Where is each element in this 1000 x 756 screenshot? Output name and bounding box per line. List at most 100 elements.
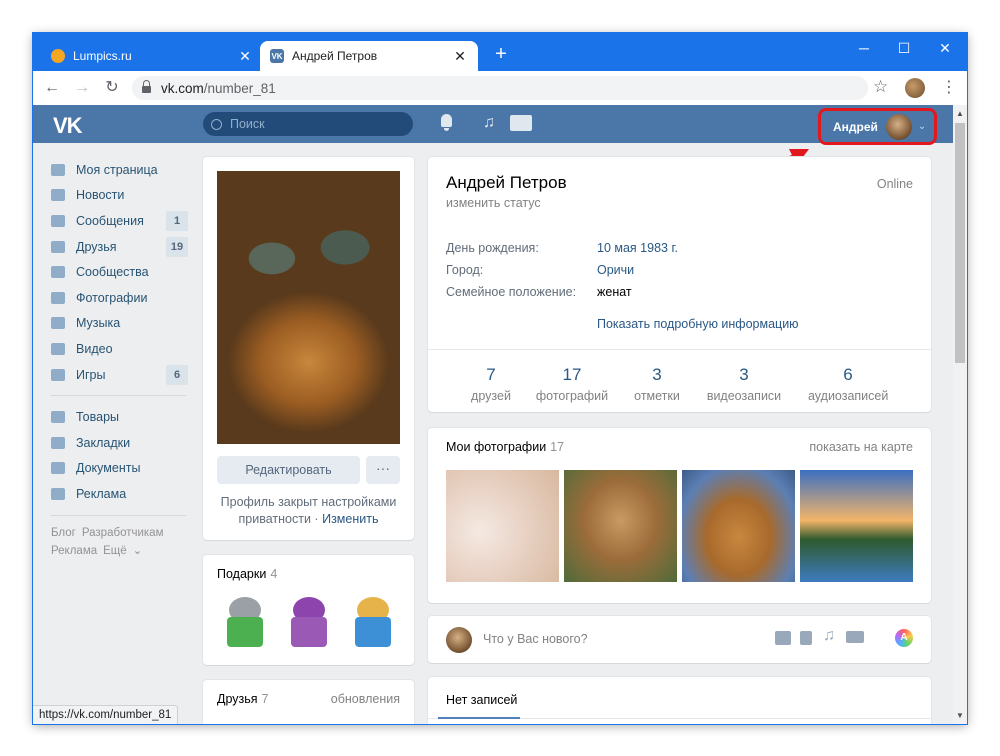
music-icon[interactable]: ♫ [823, 627, 835, 644]
menu-item-goods[interactable]: Товары [51, 404, 191, 430]
gift-item[interactable] [283, 593, 335, 649]
info-value-city[interactable]: Оричи [597, 263, 634, 277]
dog-flowers-photo[interactable] [682, 470, 795, 582]
lake-sunset-photo[interactable] [800, 470, 913, 582]
menu-item-music[interactable]: Музыка [51, 311, 191, 337]
profile-photo[interactable] [217, 171, 400, 444]
kitten-photo[interactable] [564, 470, 677, 582]
lumpics-favicon-icon [51, 49, 65, 63]
url-host: vk.com [161, 80, 204, 96]
tab-vk-profile[interactable]: VK Андрей Петров ✕ [260, 41, 478, 71]
footer-link-blog[interactable]: Блог [51, 527, 76, 539]
menu-item-messages[interactable]: Сообщения 1 [51, 208, 191, 234]
address-bar[interactable]: vk.com/number_81 [132, 76, 868, 100]
news-icon [51, 189, 65, 202]
video-icon[interactable] [800, 631, 812, 645]
gifts-title[interactable]: Подарки 4 [217, 567, 277, 581]
menu-item-groups[interactable]: Сообщества [51, 259, 191, 285]
video-icon [51, 342, 65, 355]
menu-label: Закладки [76, 435, 131, 450]
menu-item-games[interactable]: Игры 6 [51, 362, 191, 388]
bookmark-star-icon[interactable]: ☆ [873, 77, 888, 97]
stat-friends[interactable]: 7 друзей [451, 365, 531, 403]
back-icon[interactable]: ← [41, 77, 63, 99]
more-actions-button[interactable]: ··· [366, 456, 400, 484]
photos-title-text: Мои фотографии [446, 440, 547, 454]
menu-item-ads[interactable]: Реклама [51, 481, 191, 507]
browser-toolbar: ← → ↻ vk.com/number_81 ☆ ⋮ [33, 71, 967, 106]
search-input[interactable]: Поиск [203, 112, 413, 136]
stat-videos[interactable]: 3 видеозаписи [704, 365, 784, 403]
friends-updates-link[interactable]: обновления [331, 692, 400, 706]
stat-photos[interactable]: 17 фотографий [532, 365, 612, 403]
stat-label: аудиозаписей [808, 389, 889, 403]
info-label: Семейное положение: [446, 285, 577, 299]
art-icon[interactable]: A [895, 629, 913, 647]
scrollbar-thumb[interactable] [955, 123, 965, 363]
menu-label: Музыка [76, 316, 121, 331]
post-input[interactable]: Что у Вас нового? [483, 632, 588, 646]
menu-item-bookmarks[interactable]: Закладки [51, 430, 191, 456]
info-value-relationship: женат [597, 285, 632, 299]
stat-tags[interactable]: 3 отметки [617, 365, 697, 403]
video-player-icon[interactable] [510, 115, 532, 131]
menu-label: Сообщения [76, 213, 144, 228]
gift-item[interactable] [347, 593, 399, 649]
footer-link-more[interactable]: Ещё [103, 545, 127, 557]
forward-icon[interactable]: → [71, 77, 93, 99]
close-icon[interactable]: ✕ [237, 48, 253, 65]
gift-item[interactable] [219, 593, 271, 649]
change-status-link[interactable]: изменить статус [446, 196, 541, 210]
menu-item-my-page[interactable]: Моя страница [51, 157, 191, 183]
document-icon [51, 462, 65, 475]
scroll-up-icon[interactable]: ▲ [956, 109, 964, 118]
tab-lumpics[interactable]: Lumpics.ru ✕ [41, 41, 263, 71]
page-scrollbar[interactable]: ▲ ▼ [953, 105, 967, 724]
menu-item-video[interactable]: Видео [51, 336, 191, 362]
info-value-birthday[interactable]: 10 мая 1983 г. [597, 241, 678, 255]
menu-item-friends[interactable]: Друзья 19 [51, 234, 191, 260]
minimize-icon[interactable]: ─ [852, 37, 876, 59]
footer-link-ads[interactable]: Реклама [51, 545, 97, 557]
maximize-icon[interactable]: ☐ [892, 37, 916, 59]
vk-logo[interactable]: VK [53, 113, 83, 139]
browser-profile-avatar[interactable] [905, 78, 925, 98]
count-badge: 19 [166, 236, 188, 257]
change-privacy-link[interactable]: Изменить [322, 512, 378, 526]
text-format-icon[interactable] [846, 631, 864, 643]
reload-icon[interactable]: ↻ [101, 77, 123, 99]
scroll-down-icon[interactable]: ▼ [956, 711, 964, 720]
divider [428, 349, 931, 350]
tab-no-posts[interactable]: Нет записей [446, 693, 517, 707]
gamepad-icon [51, 368, 65, 381]
camera-icon[interactable] [775, 631, 791, 645]
menu-item-news[interactable]: Новости [51, 183, 191, 209]
user-menu-button[interactable]: Андрей ⌄ [818, 108, 937, 145]
music-icon[interactable]: ♫ [483, 114, 495, 132]
menu-label: Игры [76, 367, 106, 382]
user-name: Андрей [833, 119, 878, 134]
white-fox-photo[interactable] [446, 470, 559, 582]
home-icon [51, 163, 65, 176]
show-more-info-link[interactable]: Показать подробную информацию [597, 317, 799, 331]
stat-audio[interactable]: 6 аудиозаписей [808, 365, 888, 403]
chevron-down-icon: ⌄ [132, 544, 143, 557]
menu-footer: Блог Разработчикам Реклама Ещё ⌄ [51, 524, 191, 560]
photos-title[interactable]: Мои фотографии 17 [446, 440, 564, 454]
edit-profile-button[interactable]: Редактировать [217, 456, 360, 484]
privacy-separator: · [314, 512, 319, 526]
close-window-icon[interactable]: ✕ [933, 37, 957, 59]
show-on-map-link[interactable]: показать на карте [809, 440, 913, 454]
new-tab-button[interactable]: + [489, 43, 513, 67]
friends-title[interactable]: Друзья 7 [217, 692, 269, 706]
friends-icon [51, 240, 65, 253]
menu-label: Товары [76, 410, 119, 425]
bell-icon[interactable] [439, 114, 455, 132]
menu-item-photos[interactable]: Фотографии [51, 285, 191, 311]
gifts-title-text: Подарки [217, 567, 267, 581]
browser-menu-icon[interactable]: ⋮ [941, 77, 957, 97]
footer-link-developers[interactable]: Разработчикам [82, 527, 164, 539]
menu-item-documents[interactable]: Документы [51, 456, 191, 482]
menu-label: Документы [76, 461, 141, 476]
close-icon[interactable]: ✕ [452, 48, 468, 65]
